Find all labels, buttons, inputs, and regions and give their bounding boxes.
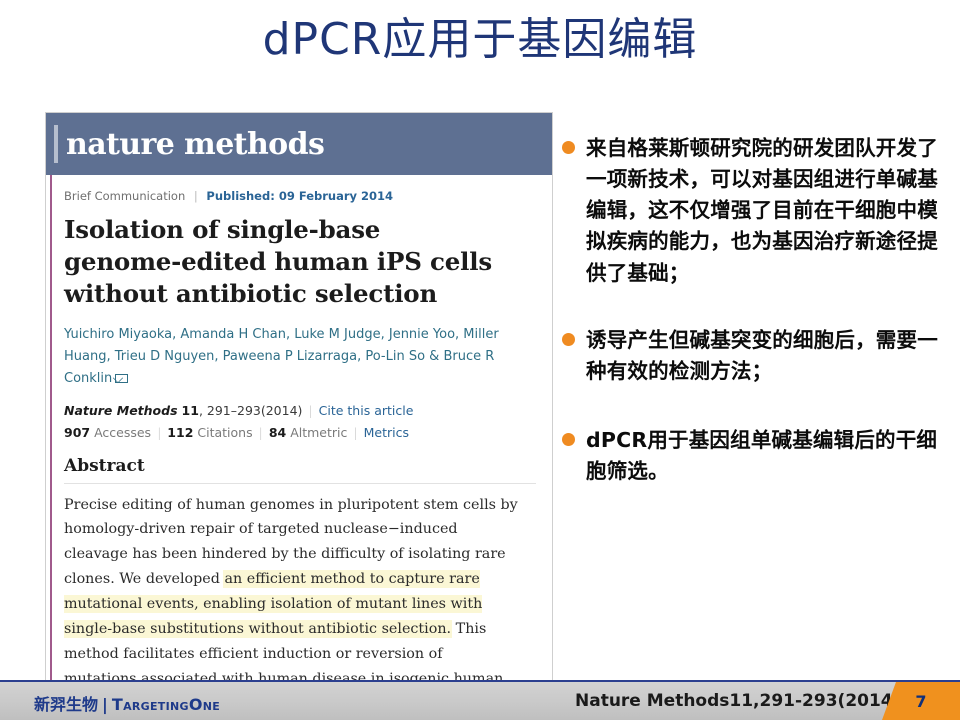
journal-header: nature methods xyxy=(46,113,552,175)
citations-label: Citations xyxy=(197,424,253,440)
page-title: dPCR应用于基因编辑 xyxy=(262,14,698,65)
company-name-en: TargetingOne xyxy=(111,695,221,714)
logo-divider: | xyxy=(102,695,108,714)
meta-divider: | xyxy=(193,189,198,203)
accesses-label: Accesses xyxy=(94,424,152,440)
nature-methods-logo: nature methods xyxy=(66,126,325,162)
abstract-text: Precise editing of human genomes in plur… xyxy=(64,493,519,683)
article-body: Brief Communication | Published: 09 Febr… xyxy=(46,175,552,683)
footer-bar: 新羿生物 | TargetingOne Nature Methods11,291-2… xyxy=(0,680,960,720)
list-item: 来自格莱斯顿研究院的研发团队开发了一项新技术，可以对基因组进行单碱基编辑，这不仅… xyxy=(562,133,954,289)
envelope-icon[interactable] xyxy=(115,374,129,384)
source-citation: Nature Methods11,291-293(2014) xyxy=(575,691,901,711)
article-card: nature methods Brief Communication | Pub… xyxy=(45,112,553,684)
company-logo: 新羿生物 | TargetingOne xyxy=(34,691,220,715)
page-number-tab: 7 xyxy=(882,682,960,720)
company-name-cn: 新羿生物 xyxy=(34,695,99,714)
citation-line: Nature Methods 11, 291–293(2014) | Cite th… xyxy=(64,403,536,418)
citation-journal: Nature Methods xyxy=(64,402,178,418)
bullet-dot-icon xyxy=(562,141,575,154)
article-title: Isolation of single-base genome-edited h… xyxy=(64,215,492,308)
list-item: 诱导产生但碱基突变的细胞后，需要一种有效的检测方法； xyxy=(562,325,954,387)
author-names: Yuichiro Miyaoka, Amanda H Chan, Luke M … xyxy=(64,326,499,387)
list-item: dPCR用于基因组单碱基编辑后的干细胞筛选。 xyxy=(562,425,954,487)
published-date: Published: 09 February 2014 xyxy=(206,189,394,203)
author-list: Yuichiro Miyaoka, Amanda H Chan, Luke M … xyxy=(64,324,532,391)
article-meta: Brief Communication | Published: 09 Febr… xyxy=(64,189,536,203)
accesses-count: 907 xyxy=(64,424,91,440)
bullet-text: 诱导产生但碱基突变的细胞后，需要一种有效的检测方法； xyxy=(586,327,938,383)
citation-pages: , 291–293(2014) xyxy=(198,402,303,418)
citation-volume: 11 xyxy=(181,402,199,418)
altmetric-label: Altmetric xyxy=(290,424,348,440)
bullet-dot-icon xyxy=(562,433,575,447)
metrics-link[interactable]: Metrics xyxy=(364,425,409,440)
bullet-text: dPCR用于基因组单碱基编辑后的干细胞筛选。 xyxy=(586,428,938,484)
article-type: Brief Communication xyxy=(64,189,186,203)
metrics-divider-2: | xyxy=(258,424,263,440)
metrics-line: 907 Accesses | 112 Citations | 84 Altmetric |… xyxy=(64,425,536,440)
abstract-heading: Abstract xyxy=(64,456,536,484)
citation-divider: | xyxy=(308,402,313,418)
altmetric-count: 84 xyxy=(268,424,287,440)
bullet-list: 来自格莱斯顿研究院的研发团队开发了一项新技术，可以对基因组进行单碱基编辑，这不仅… xyxy=(562,133,954,487)
metrics-divider-1: | xyxy=(157,424,162,440)
page-number: 7 xyxy=(915,691,927,711)
bullet-dot-icon xyxy=(562,332,575,346)
citations-count: 112 xyxy=(167,424,194,440)
bullet-text: 来自格莱斯顿研究院的研发团队开发了一项新技术，可以对基因组进行单碱基编辑，这不仅… xyxy=(586,136,938,285)
cite-article-link[interactable]: Cite this article xyxy=(319,403,414,418)
metrics-divider-3: | xyxy=(353,424,358,440)
